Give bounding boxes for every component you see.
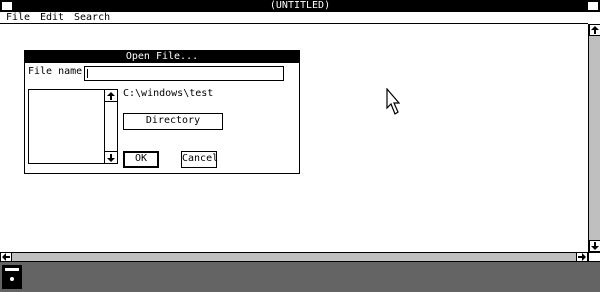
text-caret [87,69,88,78]
scroll-up-button[interactable] [589,24,600,36]
dialog-title: Open File... [25,51,299,63]
file-list-scrollbar[interactable] [104,89,118,164]
menu-edit[interactable]: Edit [40,12,64,24]
list-scroll-down-button[interactable] [104,151,118,164]
arrow-down-icon [591,242,599,250]
current-directory: C:\windows\test [123,88,214,99]
window-title-bar[interactable]: (UNTITLED) [0,0,600,12]
vertical-scrollbar[interactable] [588,24,600,252]
scroll-down-button[interactable] [589,240,600,252]
arrow-left-icon [2,253,10,261]
scroll-left-button[interactable] [0,252,12,262]
disk-drive-icon[interactable] [2,265,22,289]
directory-button[interactable]: Directory [123,113,223,130]
cancel-button[interactable]: Cancel [181,151,218,168]
menu-file[interactable]: File [6,12,30,24]
mouse-pointer-icon [386,88,400,115]
open-file-dialog: Open File... File name: C:\windows\test … [24,50,300,174]
arrow-up-icon [591,26,599,34]
arrow-down-icon [107,153,115,162]
horizontal-scrollbar[interactable] [0,252,588,262]
menu-search[interactable]: Search [74,12,110,24]
arrow-up-icon [107,91,115,100]
filename-input[interactable] [84,66,284,81]
maximize-box[interactable] [587,1,599,11]
desktop-area [0,262,600,292]
scroll-right-button[interactable] [576,252,588,262]
menu-bar: File Edit Search [0,12,588,24]
filename-label: File name: [28,66,89,77]
arrow-right-icon [578,253,586,261]
list-scroll-up-button[interactable] [104,89,118,102]
size-box [588,252,600,262]
window-title: (UNTITLED) [269,0,331,11]
ok-button[interactable]: OK [123,151,159,168]
